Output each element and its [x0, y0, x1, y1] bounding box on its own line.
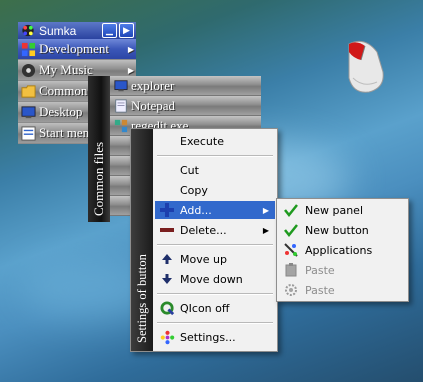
desktop-icon — [21, 105, 36, 118]
panel-item-notepad[interactable]: Notepad — [110, 96, 261, 116]
menu-item-label: Cut — [180, 163, 199, 177]
menu-item-move-down[interactable]: Move down — [155, 270, 275, 288]
menu-item-label: Add... — [180, 203, 212, 217]
expand-button[interactable]: ▶ — [119, 23, 134, 38]
menu-item-execute[interactable]: Execute — [155, 132, 275, 150]
context-menu: Settings of button Execute Cut Copy Add.… — [130, 128, 278, 352]
qicon-icon — [159, 300, 175, 316]
menu-item-settings[interactable]: Settings... — [155, 328, 275, 346]
menu-item-delete[interactable]: Delete... ▶ — [155, 221, 275, 239]
menu-item-qicon-off[interactable]: QIcon off — [155, 299, 275, 317]
submenu-item-paste-special[interactable]: Paste — [279, 281, 406, 299]
panel-item-label: Notepad — [131, 97, 176, 113]
menu-separator — [157, 293, 273, 295]
panel-title: Sumka — [39, 23, 77, 38]
notepad-icon — [115, 98, 127, 113]
add-submenu: New panel New button Applications Paste … — [276, 198, 409, 302]
chevron-right-icon: ▶ — [262, 205, 269, 215]
context-menu-side-bar: Settings of button — [131, 129, 153, 351]
menu-item-move-up[interactable]: Move up — [155, 250, 275, 268]
panel-item[interactable] — [110, 196, 130, 216]
panel-side-bar: Common files — [88, 76, 110, 222]
menu-item-add[interactable]: Add... ▶ — [155, 201, 275, 219]
panel-item-label: explorer — [131, 77, 175, 93]
submenu-item-label: Applications — [305, 243, 373, 257]
panel-side-title: Common files — [91, 141, 106, 216]
context-menu-title: Settings of button — [135, 254, 149, 343]
mouse-icon — [348, 40, 384, 93]
panel-title-bar[interactable]: Sumka ▁ ▶ — [18, 22, 136, 39]
menu-separator — [157, 244, 273, 246]
menu-item-label: Delete... — [180, 223, 227, 237]
checkmark-icon — [283, 222, 299, 238]
menu-item-label: Execute — [180, 134, 224, 148]
menu-separator — [157, 322, 273, 324]
menu-separator — [157, 155, 273, 157]
submenu-item-new-panel[interactable]: New panel — [279, 201, 406, 219]
menu-item-cut[interactable]: Cut — [155, 161, 275, 179]
menu-item-copy[interactable]: Copy — [155, 181, 275, 199]
panel-item[interactable] — [110, 156, 130, 176]
submenu-item-label: New button — [305, 223, 369, 237]
plus-icon — [159, 202, 175, 218]
start-menu-icon — [21, 125, 36, 141]
menu-item-label: Settings... — [180, 330, 236, 344]
settings-icon — [159, 329, 175, 345]
submenu-item-applications[interactable]: Applications — [279, 241, 406, 259]
chevron-right-icon: ▶ — [262, 225, 269, 235]
panel-item-label: Desktop — [39, 104, 83, 119]
submenu-item-label: Paste — [305, 263, 335, 277]
submenu-item-new-button[interactable]: New button — [279, 221, 406, 239]
panel-item-label: My Music — [39, 62, 93, 77]
menu-item-label: Copy — [180, 183, 208, 197]
menu-item-label: Move down — [180, 272, 243, 286]
music-icon — [21, 63, 36, 77]
panel-item-explorer[interactable]: explorer — [110, 76, 261, 96]
sumka-logo-icon — [22, 24, 34, 37]
development-icon — [21, 42, 36, 56]
chevron-right-icon: ▶ — [127, 44, 134, 54]
panel-item-label: Common — [39, 83, 88, 98]
minimize-button[interactable]: ▁ — [102, 23, 117, 38]
panel-item-development[interactable]: Development ▶ — [18, 39, 136, 60]
regedit-icon — [114, 119, 128, 132]
chevron-right-icon: ▶ — [127, 65, 134, 75]
panel-item-label: Development — [39, 41, 110, 56]
menu-item-label: QIcon off — [180, 301, 230, 315]
minus-icon — [159, 222, 175, 238]
folder-icon — [21, 84, 36, 98]
applications-icon — [283, 242, 299, 258]
arrow-down-icon — [159, 271, 175, 287]
submenu-item-paste[interactable]: Paste — [279, 261, 406, 279]
panel-item[interactable] — [110, 176, 130, 196]
paste-icon — [283, 262, 299, 278]
panel-item[interactable] — [110, 136, 130, 156]
arrow-up-icon — [159, 251, 175, 267]
submenu-item-label: New panel — [305, 203, 364, 217]
paste-special-icon — [283, 282, 299, 298]
submenu-item-label: Paste — [305, 283, 335, 297]
checkmark-icon — [283, 202, 299, 218]
explorer-icon — [114, 79, 128, 91]
menu-item-label: Move up — [180, 252, 227, 266]
